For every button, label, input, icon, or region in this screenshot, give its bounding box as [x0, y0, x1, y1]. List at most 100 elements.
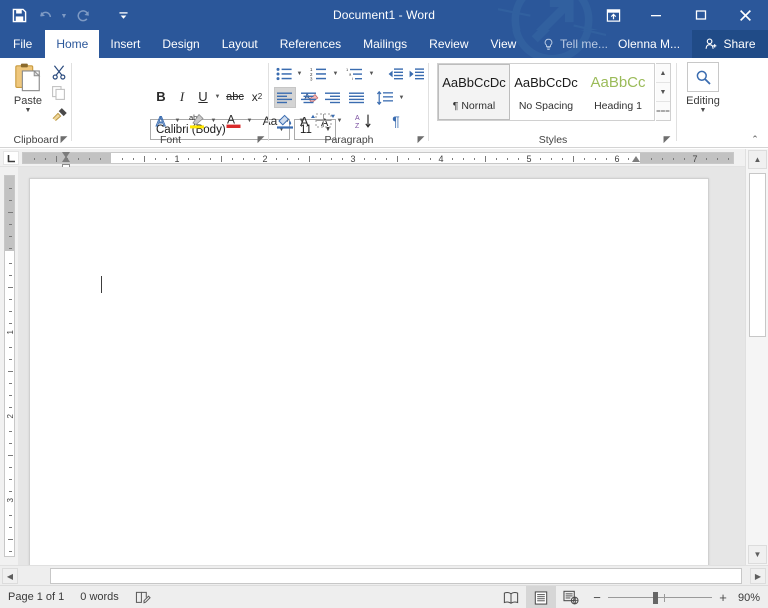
styles-more-icon[interactable]: ⩶ — [656, 102, 670, 120]
font-dialog-launcher[interactable]: ◤ — [255, 133, 267, 145]
ribbon-display-icon[interactable] — [593, 0, 633, 30]
tab-view[interactable]: View — [480, 30, 528, 58]
paste-button[interactable]: Paste ▼ — [6, 62, 50, 126]
tab-references[interactable]: References — [269, 30, 352, 58]
decrease-indent-button[interactable] — [385, 63, 405, 84]
clipboard-dialog-launcher[interactable]: ◤ — [58, 133, 70, 145]
view-print-layout-button[interactable] — [526, 586, 556, 608]
minimize-icon[interactable] — [633, 0, 678, 30]
shading-chevron-down-icon[interactable]: ▼ — [296, 110, 307, 131]
strikethrough-button[interactable]: abc — [225, 86, 245, 107]
numbered-list-icon: 1 2 3 — [310, 67, 326, 81]
subscript-button[interactable]: x2 — [247, 86, 267, 107]
underline-chevron-down-icon[interactable]: ▼ — [212, 86, 223, 107]
zoom-out-button[interactable]: − — [592, 590, 602, 605]
borders-button[interactable] — [312, 110, 334, 131]
line-spacing-chevron-down-icon[interactable]: ▼ — [396, 87, 407, 108]
horizontal-ruler[interactable]: 1 2 3 4 5 6 7 — [0, 149, 745, 168]
scroll-down-arrow-icon[interactable]: ▼ — [748, 545, 767, 564]
paragraph-dialog-launcher[interactable]: ◤ — [415, 133, 427, 145]
tab-design[interactable]: Design — [151, 30, 210, 58]
line-spacing-button[interactable] — [374, 87, 396, 108]
shading-button[interactable] — [274, 110, 296, 131]
multilevel-list-button[interactable]: 1 a i — [344, 63, 366, 84]
highlight-chevron-down-icon[interactable]: ▼ — [208, 110, 219, 131]
zoom-slider-thumb[interactable] — [653, 591, 658, 604]
close-icon[interactable] — [723, 0, 768, 30]
align-center-button[interactable] — [298, 87, 320, 108]
highlight-color-button[interactable]: ab — [186, 110, 208, 131]
underline-button[interactable]: U — [194, 86, 212, 107]
style-item-heading-1[interactable]: AaBbCс Heading 1 — [582, 64, 654, 120]
word-count[interactable]: 0 words — [72, 586, 127, 608]
bold-button[interactable]: B — [152, 86, 170, 107]
document-page[interactable] — [29, 178, 709, 565]
scroll-up-arrow-icon[interactable]: ▲ — [748, 150, 767, 169]
right-indent-marker[interactable] — [632, 156, 640, 162]
tab-stop-selector[interactable] — [3, 151, 19, 165]
redo-icon[interactable] — [70, 2, 96, 28]
tab-review[interactable]: Review — [418, 30, 479, 58]
paste-clipboard-icon — [15, 63, 41, 92]
multilevel-chevron-down-icon[interactable]: ▼ — [366, 63, 377, 84]
italic-button[interactable]: I — [173, 86, 191, 107]
text-effects-button[interactable]: A — [152, 110, 172, 131]
editing-button[interactable]: Editing ▼ — [684, 62, 722, 122]
horizontal-scrollbar[interactable]: ◀ ▶ — [0, 565, 768, 585]
style-item-no-spacing[interactable]: AaBbCcDc No Spacing — [510, 64, 582, 120]
vertical-ruler[interactable]: 1 2 3 — [0, 167, 18, 565]
font-color-button[interactable]: A — [222, 110, 244, 131]
undo-icon[interactable] — [32, 2, 58, 28]
numbering-button[interactable]: 1 2 3 — [308, 63, 330, 84]
scroll-left-arrow-icon[interactable]: ◀ — [2, 568, 18, 584]
save-icon[interactable] — [6, 2, 32, 28]
maximize-icon[interactable] — [678, 0, 723, 30]
document-canvas[interactable] — [18, 167, 745, 565]
styles-scroll-down-icon[interactable]: ▼ — [656, 83, 670, 102]
tell-me-search[interactable]: Tell me... — [542, 30, 608, 58]
text-effects-chevron-down-icon[interactable]: ▼ — [172, 110, 183, 131]
font-color-chevron-down-icon[interactable]: ▼ — [244, 110, 255, 131]
align-right-button[interactable] — [322, 87, 344, 108]
styles-dialog-launcher[interactable]: ◤ — [661, 133, 673, 145]
cut-button[interactable] — [48, 62, 70, 82]
vertical-scroll-thumb[interactable] — [749, 173, 766, 337]
align-left-button[interactable] — [274, 87, 296, 108]
numbering-chevron-down-icon[interactable]: ▼ — [330, 63, 341, 84]
zoom-slider[interactable] — [608, 591, 712, 604]
share-button[interactable]: Share — [692, 30, 768, 58]
paste-chevron-down-icon[interactable]: ▼ — [25, 107, 32, 115]
bullets-button[interactable] — [274, 63, 294, 84]
account-name[interactable]: Olenna M... — [618, 30, 680, 58]
scroll-right-arrow-icon[interactable]: ▶ — [750, 568, 766, 584]
editing-chevron-down-icon[interactable]: ▼ — [700, 107, 707, 115]
proofing-status-button[interactable] — [127, 586, 159, 608]
tab-layout[interactable]: Layout — [211, 30, 269, 58]
bullets-chevron-down-icon[interactable]: ▼ — [294, 63, 305, 84]
format-painter-button[interactable] — [48, 104, 70, 124]
style-item-normal[interactable]: AaBbCcDc ¶ Normal — [438, 64, 510, 120]
zoom-in-button[interactable]: + — [718, 590, 728, 605]
vertical-scrollbar[interactable]: ▲ ▼ — [745, 149, 768, 565]
view-read-mode-button[interactable] — [496, 586, 526, 608]
horizontal-scroll-thumb[interactable] — [50, 568, 742, 584]
view-web-layout-button[interactable] — [556, 586, 586, 608]
page-indicator[interactable]: Page 1 of 1 — [0, 586, 72, 608]
increase-indent-button[interactable] — [406, 63, 426, 84]
justify-button[interactable] — [346, 87, 368, 108]
tab-mailings[interactable]: Mailings — [352, 30, 418, 58]
collapse-ribbon-chevron-up-icon[interactable]: ⌃ — [747, 132, 763, 146]
tab-file[interactable]: File — [0, 30, 45, 58]
zoom-level-label[interactable]: 90% — [734, 592, 768, 604]
styles-scroll-up-icon[interactable]: ▲ — [656, 64, 670, 83]
tab-home[interactable]: Home — [45, 30, 100, 58]
hanging-indent-marker[interactable] — [62, 156, 70, 162]
undo-dropdown-chevron-down-icon[interactable]: ▼ — [58, 2, 70, 28]
tab-insert[interactable]: Insert — [99, 30, 151, 58]
copy-button[interactable] — [48, 83, 70, 103]
show-formatting-marks-button[interactable]: ¶ — [385, 110, 407, 131]
customize-quick-access-icon[interactable] — [110, 2, 136, 28]
sort-button[interactable]: A Z — [353, 110, 375, 131]
vruler-number: 1 — [6, 330, 15, 335]
borders-chevron-down-icon[interactable]: ▼ — [334, 110, 345, 131]
